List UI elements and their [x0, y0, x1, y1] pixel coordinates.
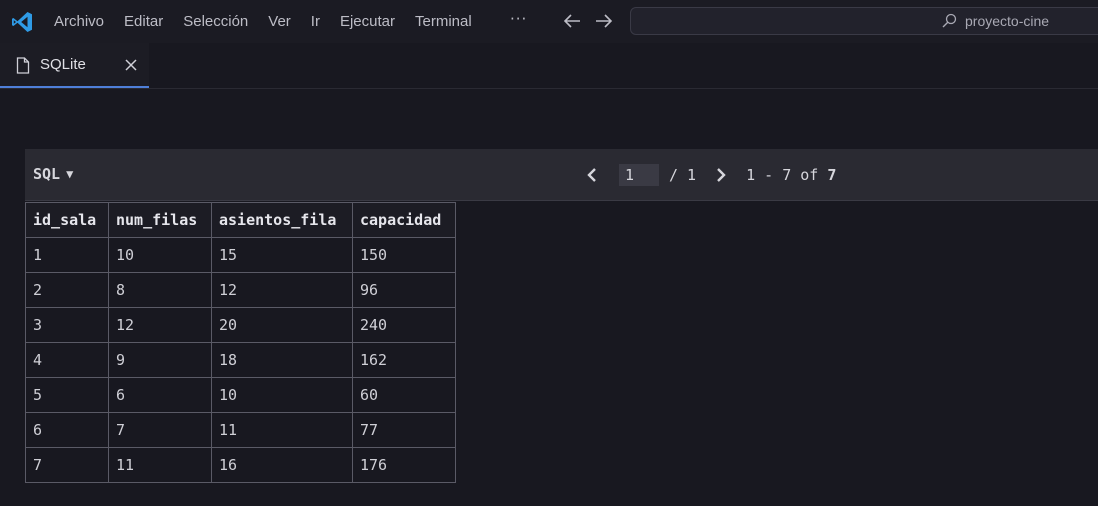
column-header-id-sala[interactable]: id_sala	[25, 202, 109, 238]
table-cell[interactable]: 6	[108, 377, 212, 413]
sql-dropdown[interactable]: SQL ▼	[33, 165, 73, 183]
table-cell[interactable]: 5	[25, 377, 109, 413]
table-cell[interactable]: 10	[108, 237, 212, 273]
table-cell[interactable]: 2	[25, 272, 109, 308]
table-cell[interactable]: 7	[108, 412, 212, 448]
table-cell[interactable]: 240	[352, 307, 456, 343]
search-text: proyecto-cine	[965, 13, 1050, 29]
column-header-asientos-fila[interactable]: asientos_fila	[211, 202, 353, 238]
header-row: id_sala num_filas asientos_fila capacida…	[25, 202, 456, 238]
table-cell[interactable]: 77	[352, 412, 456, 448]
page-total: / 1	[669, 166, 697, 184]
search-icon	[942, 13, 957, 28]
menu-seleccion[interactable]: Selección	[183, 13, 248, 30]
menu-bar: Archivo Editar Selección Ver Ir Ejecutar…	[54, 0, 492, 43]
forward-arrow-icon[interactable]	[594, 12, 614, 30]
table-cell[interactable]: 11	[108, 447, 212, 483]
table-cell[interactable]: 15	[211, 237, 353, 273]
chevron-left-icon[interactable]	[585, 166, 599, 184]
menu-editar[interactable]: Editar	[124, 13, 163, 30]
table-cell[interactable]: 96	[352, 272, 456, 308]
pagination: 1 / 1 1 - 7 of 7	[585, 163, 836, 187]
close-icon[interactable]	[124, 58, 138, 72]
table-cell[interactable]: 3	[25, 307, 109, 343]
tab-label: SQLite	[40, 56, 86, 73]
menu-terminal[interactable]: Terminal	[415, 13, 472, 30]
chevron-right-icon[interactable]	[714, 166, 728, 184]
table-cell[interactable]: 12	[108, 307, 212, 343]
table-cell[interactable]: 12	[211, 272, 353, 308]
table-cell[interactable]: 9	[108, 342, 212, 378]
table-cell[interactable]: 18	[211, 342, 353, 378]
table-cell[interactable]: 10	[211, 377, 353, 413]
table-row: 7 11 16 176	[25, 447, 456, 483]
results-toolbar: SQL ▼ 1 / 1 1 - 7 of 7	[25, 149, 1098, 201]
table-cell[interactable]: 176	[352, 447, 456, 483]
table-cell[interactable]: 6	[25, 412, 109, 448]
menu-ir[interactable]: Ir	[311, 13, 320, 30]
table-cell[interactable]: 162	[352, 342, 456, 378]
table-cell[interactable]: 20	[211, 307, 353, 343]
table-cell[interactable]: 16	[211, 447, 353, 483]
results-table: id_sala num_filas asientos_fila capacida…	[25, 202, 456, 483]
page-number-input[interactable]: 1	[619, 164, 659, 186]
row-range-prefix: 1 - 7 of	[746, 166, 828, 184]
menu-archivo[interactable]: Archivo	[54, 13, 104, 30]
column-header-num-filas[interactable]: num_filas	[108, 202, 212, 238]
table-row: 4 9 18 162	[25, 342, 456, 378]
table-cell[interactable]: 7	[25, 447, 109, 483]
command-center-search[interactable]: proyecto-cine	[630, 7, 1098, 35]
table-row: 2 8 12 96	[25, 272, 456, 308]
table-cell[interactable]: 60	[352, 377, 456, 413]
table-row: 3 12 20 240	[25, 307, 456, 343]
row-range-total: 7	[827, 166, 837, 184]
more-menu-icon[interactable]: ···	[510, 10, 527, 28]
sql-label: SQL	[33, 165, 61, 183]
table-cell[interactable]: 8	[108, 272, 212, 308]
table-cell[interactable]: 11	[211, 412, 353, 448]
tab-bar: SQLite	[0, 43, 1098, 89]
table-row: 5 6 10 60	[25, 377, 456, 413]
menu-ver[interactable]: Ver	[268, 13, 291, 30]
caret-down-icon: ▼	[66, 167, 74, 181]
table-cell[interactable]: 150	[352, 237, 456, 273]
table-row: 1 10 15 150	[25, 237, 456, 273]
table-cell[interactable]: 1	[25, 237, 109, 273]
table-cell[interactable]: 4	[25, 342, 109, 378]
row-range: 1 - 7 of 7	[746, 166, 836, 184]
vscode-logo-icon[interactable]	[10, 10, 34, 34]
file-icon	[16, 57, 30, 74]
column-header-capacidad[interactable]: capacidad	[352, 202, 456, 238]
back-arrow-icon[interactable]	[562, 12, 582, 30]
title-bar: Archivo Editar Selección Ver Ir Ejecutar…	[0, 0, 1098, 43]
tab-sqlite[interactable]: SQLite	[0, 43, 149, 88]
menu-ejecutar[interactable]: Ejecutar	[340, 13, 395, 30]
table-row: 6 7 11 77	[25, 412, 456, 448]
